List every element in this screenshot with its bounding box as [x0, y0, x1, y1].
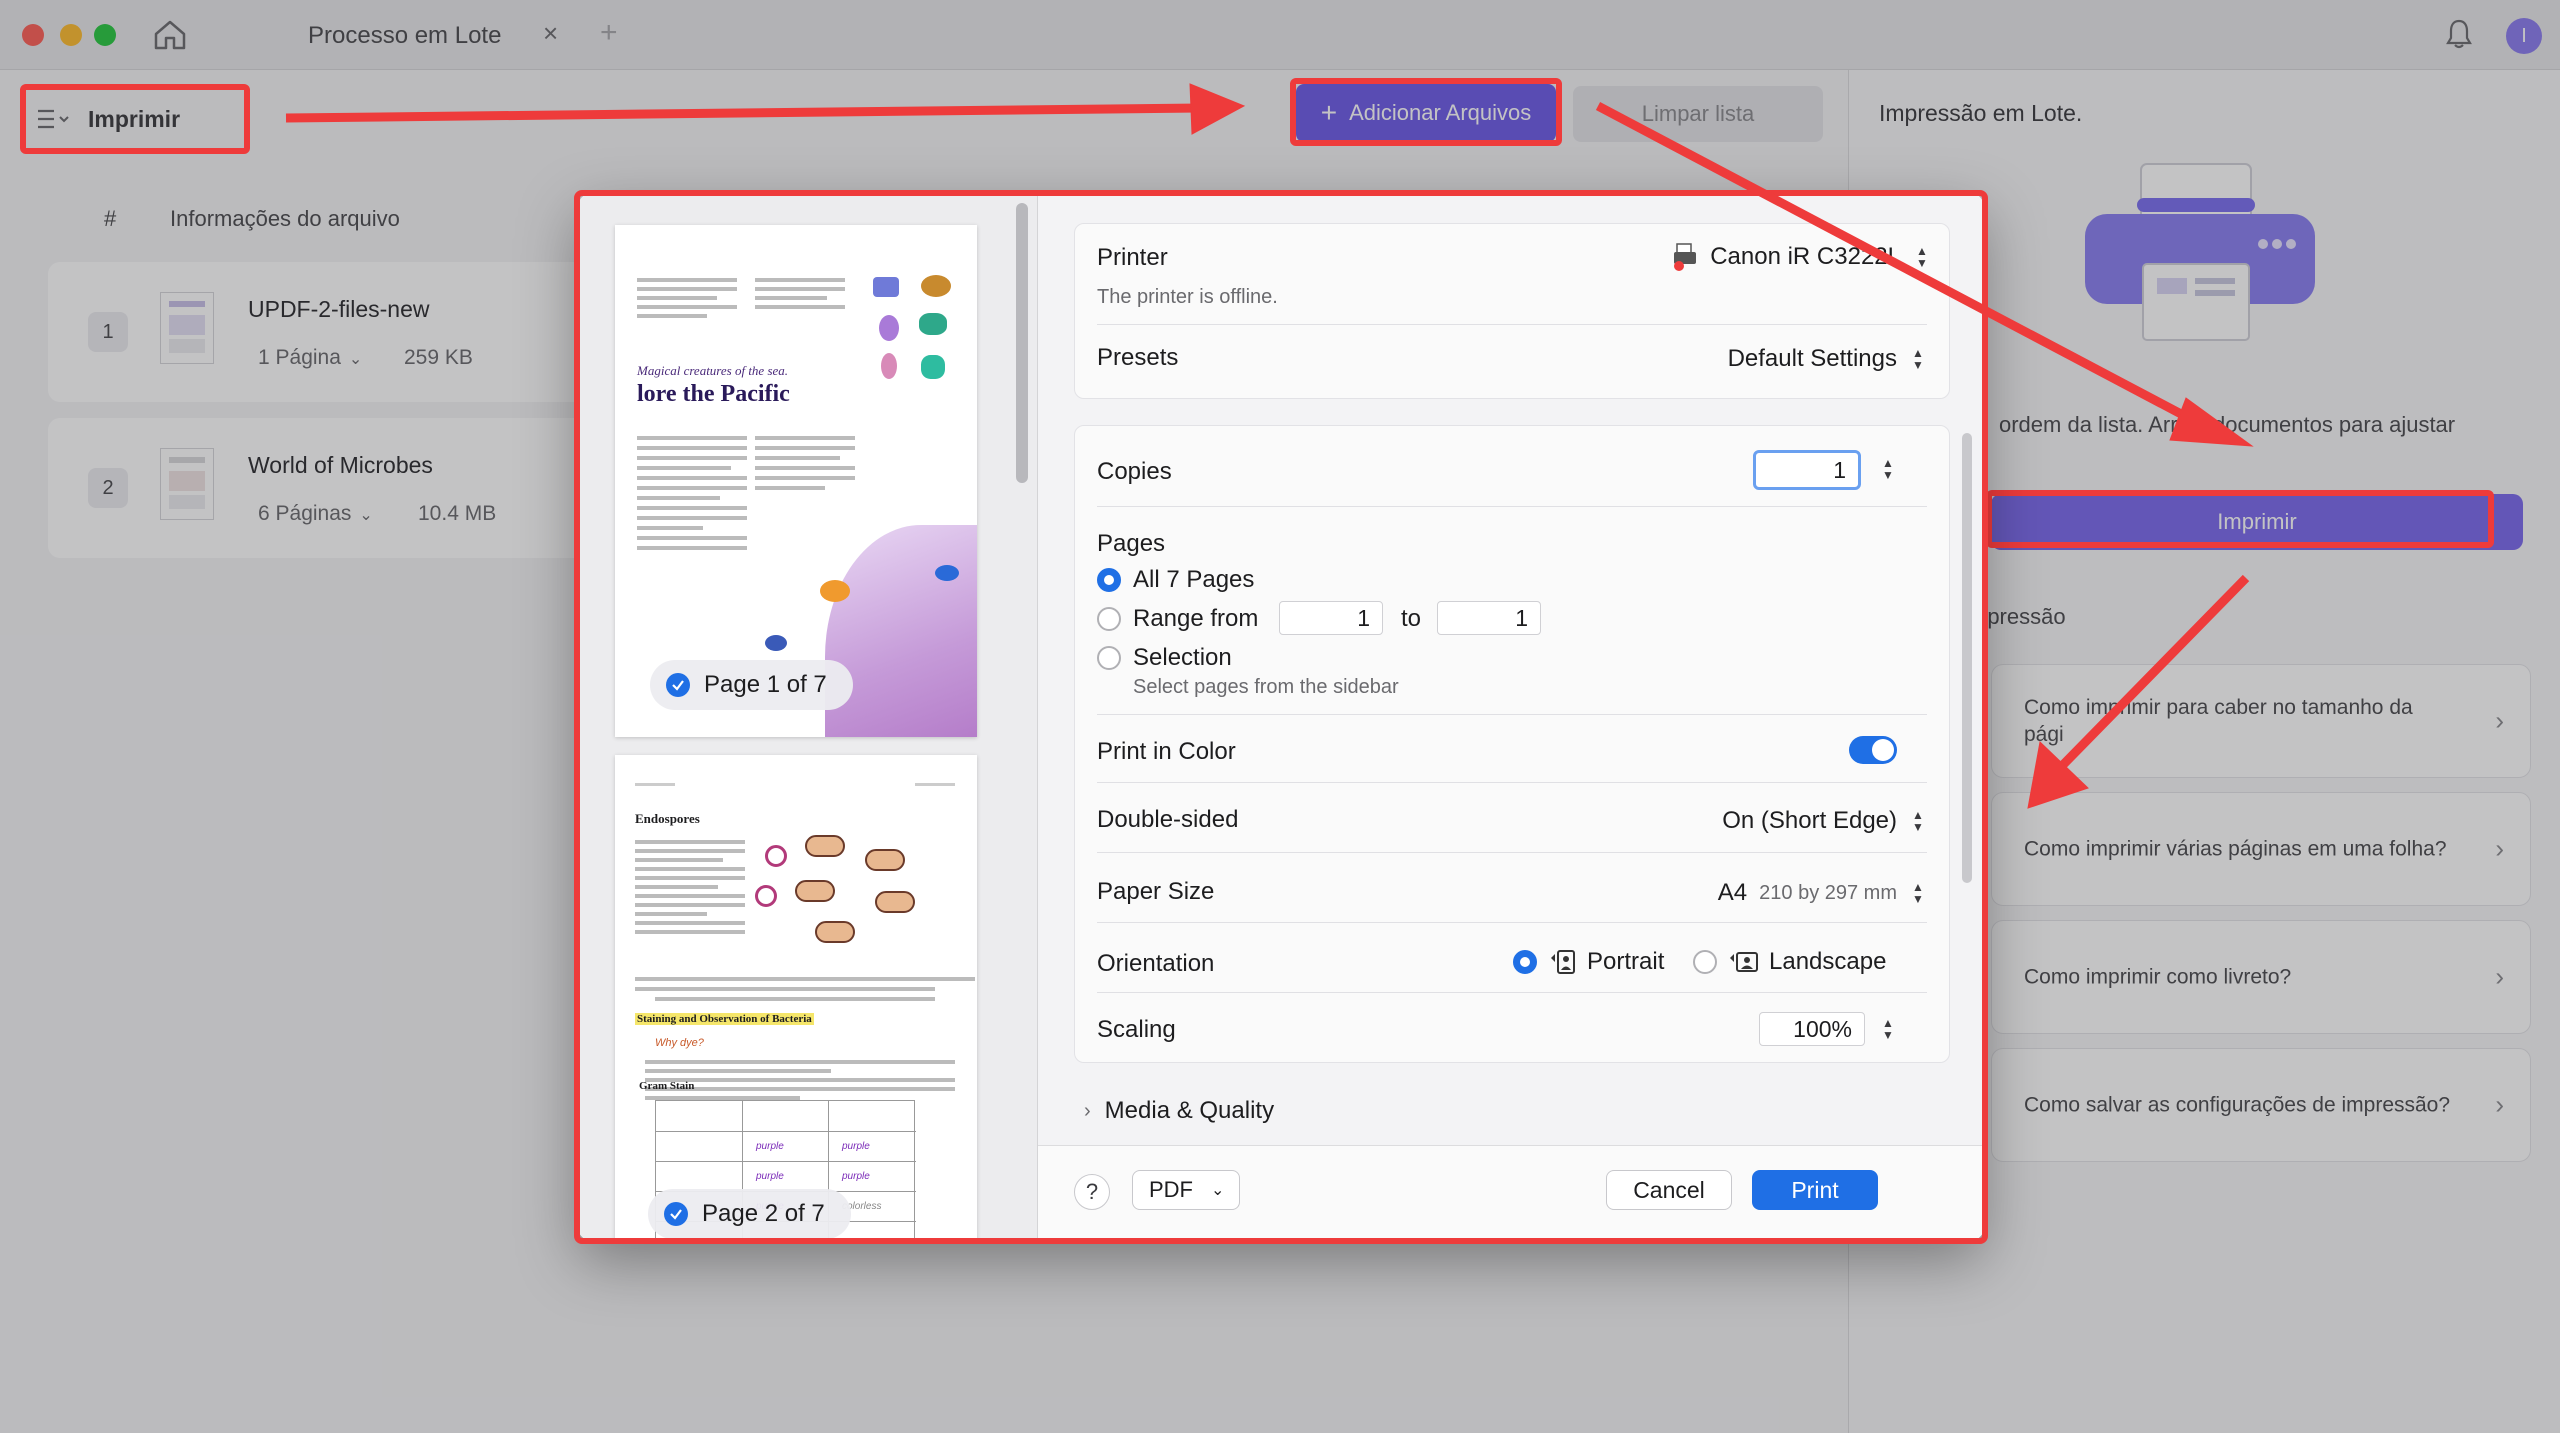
annotation-arrows	[285, 83, 2254, 809]
